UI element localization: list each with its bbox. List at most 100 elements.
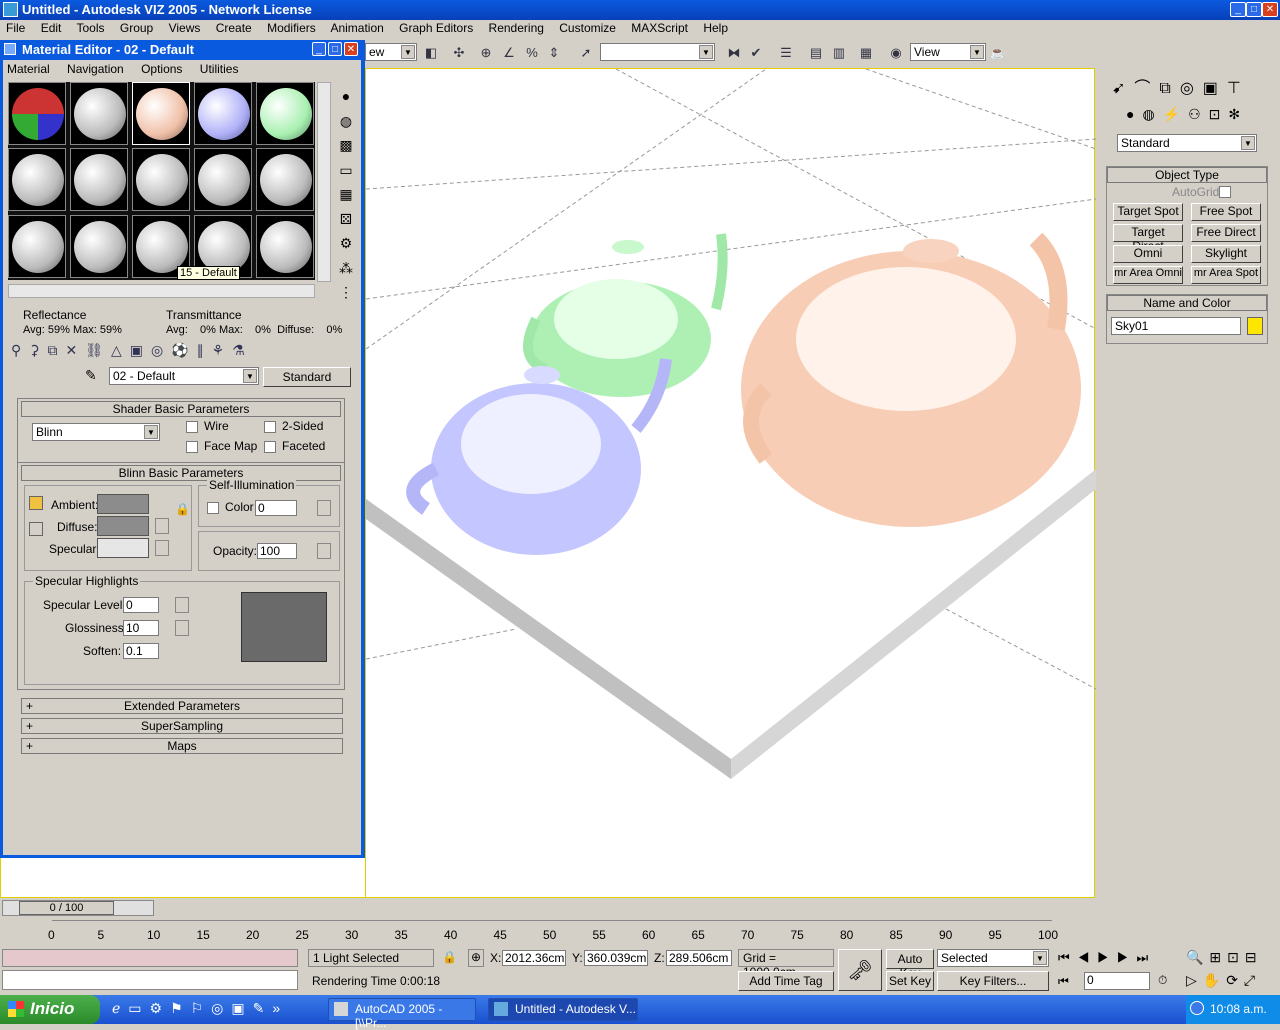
sample-slot[interactable] [256, 148, 314, 212]
y-coordinate[interactable]: 360.039cm [584, 950, 648, 966]
spinner-snap-icon[interactable]: ⇕ [545, 44, 563, 62]
wire-checkbox[interactable] [186, 421, 198, 433]
curve-editor-icon[interactable]: ▤ [807, 44, 825, 62]
video-color-check-icon[interactable]: ▦ [337, 182, 355, 207]
material-toolbar[interactable]: ⚲⚳⧉✕⛓△▣◎⚽∥⚘⚗ [11, 342, 253, 359]
pivot-icon[interactable]: ◧ [422, 44, 440, 62]
opacity-map-button[interactable] [317, 543, 331, 559]
maxscript-input[interactable] [2, 970, 298, 990]
omni-button[interactable]: Omni [1113, 245, 1183, 263]
lock-diffuse-specular-icon[interactable] [29, 522, 43, 536]
face-map-checkbox[interactable] [186, 441, 198, 453]
current-frame-field[interactable]: 0 [1084, 972, 1150, 990]
me-maximize-button[interactable]: □ [328, 42, 342, 56]
time-slider[interactable]: 0 / 100 [2, 900, 154, 916]
align-icon[interactable]: ✔ [747, 44, 765, 62]
specular-swatch[interactable] [97, 538, 149, 558]
ambient-swatch[interactable] [97, 494, 149, 514]
material-navigator-icon[interactable]: ⋮ [337, 280, 355, 305]
lock-icon[interactable]: 🔒 [175, 502, 190, 516]
menu-modifiers[interactable]: Modifiers [267, 21, 316, 35]
backlight-icon[interactable]: ◍ [337, 109, 355, 134]
two-sided-checkbox[interactable] [264, 421, 276, 433]
glossiness-map-button[interactable] [175, 620, 189, 636]
menu-help[interactable]: Help [703, 21, 728, 35]
menu-edit[interactable]: Edit [41, 21, 62, 35]
free-spot-button[interactable]: Free Spot [1191, 203, 1261, 221]
key-selection-combo[interactable]: Selected ▼ [937, 949, 1049, 967]
object-name-field[interactable]: Sky01 [1111, 317, 1241, 335]
free-direct-button[interactable]: Free Direct [1191, 224, 1261, 242]
maximize-button[interactable]: □ [1246, 2, 1262, 17]
supersampling-header[interactable]: + SuperSampling [21, 718, 343, 734]
sample-slot[interactable] [70, 82, 128, 145]
object-color-swatch[interactable] [1247, 317, 1263, 335]
absolute-mode-icon[interactable]: ⊕ [468, 949, 484, 967]
me-minimize-button[interactable]: _ [312, 42, 326, 56]
me-menu-navigation[interactable]: Navigation [67, 62, 124, 76]
maps-header[interactable]: + Maps [21, 738, 343, 754]
menu-animation[interactable]: Animation [330, 21, 383, 35]
mirror-icon[interactable]: ⧓ [725, 44, 743, 62]
shader-combo[interactable]: Blinn ▼ [32, 423, 160, 441]
material-type-button[interactable]: Standard [263, 367, 351, 387]
auto-key-button[interactable]: Auto Key [886, 949, 934, 980]
sample-type-icon[interactable]: ● [337, 84, 355, 109]
x-coordinate[interactable]: 2012.36cm [502, 950, 566, 966]
sample-slot[interactable] [132, 148, 190, 212]
render-type-combo[interactable]: View ▼ [910, 43, 986, 61]
autogrid-checkbox[interactable] [1219, 186, 1231, 198]
perspective-viewport[interactable] [365, 68, 1097, 898]
viewport-nav-bottom[interactable]: ▷✋⟳⤢ [1186, 972, 1261, 989]
menu-customize[interactable]: Customize [559, 21, 616, 35]
name-color-header[interactable]: Name and Color [1107, 295, 1267, 311]
quick-render-icon[interactable]: ☕ [989, 44, 1007, 62]
menu-graph-editors[interactable]: Graph Editors [399, 21, 473, 35]
render-scene-icon[interactable]: ◉ [887, 44, 905, 62]
select-move-icon[interactable]: ✣ [450, 44, 468, 62]
lock-selection-icon[interactable]: 🔒 [442, 950, 457, 964]
sample-slot[interactable] [8, 148, 66, 212]
self-illum-map-button[interactable] [317, 500, 331, 516]
opacity-value[interactable]: 100 [257, 543, 297, 559]
me-menu-material[interactable]: Material [7, 62, 50, 76]
target-direct-button[interactable]: Target Direct [1113, 224, 1183, 253]
sample-slot[interactable] [8, 214, 66, 278]
set-key-button[interactable]: Set Key [886, 971, 934, 991]
snap-icon[interactable]: ⊕ [477, 44, 495, 62]
quick-launch-icons[interactable]: ℯ▭⚙⚑⚐◎▣✎» [112, 1000, 288, 1017]
schematic-view-icon[interactable]: ▥ [830, 44, 848, 62]
time-config-icon[interactable]: ⏱ [1158, 973, 1167, 988]
options-icon[interactable]: ⚙ [337, 231, 355, 256]
make-preview-icon[interactable]: ⚄ [337, 207, 355, 232]
task-autodesk-viz[interactable]: Untitled - Autodesk V... [488, 998, 638, 1021]
angle-snap-icon[interactable]: ∠ [500, 44, 518, 62]
viewport-nav-top[interactable]: 🔍⊞⊡⊟ [1186, 949, 1263, 966]
skylight-button[interactable]: Skylight [1191, 245, 1261, 263]
menu-maxscript[interactable]: MAXScript [631, 21, 688, 35]
z-coordinate[interactable]: 289.506cm [666, 950, 732, 966]
sample-slot[interactable] [194, 148, 252, 212]
tray-arrow-icon[interactable] [1190, 1001, 1204, 1015]
soften-value[interactable]: 0.1 [123, 643, 159, 659]
specular-level-value[interactable]: 0 [123, 597, 159, 613]
menu-views[interactable]: Views [169, 21, 201, 35]
slots-vertical-scrollbar[interactable] [317, 82, 331, 282]
key-filters-button[interactable]: Key Filters... [937, 971, 1049, 991]
menu-create[interactable]: Create [216, 21, 252, 35]
sample-slot[interactable] [70, 214, 128, 278]
shader-basic-header[interactable]: Shader Basic Parameters [21, 401, 341, 417]
me-menu-utilities[interactable]: Utilities [200, 62, 239, 76]
category-combo[interactable]: Standard ▼ [1117, 134, 1257, 152]
mr-area-omni-button[interactable]: mr Area Omni [1113, 266, 1183, 284]
me-menu-options[interactable]: Options [141, 62, 182, 76]
key-mode-icon[interactable]: ⏮ [1058, 974, 1069, 989]
specular-level-map-button[interactable] [175, 597, 189, 613]
sample-slot[interactable] [256, 82, 314, 145]
command-panel-tabs[interactable]: ➹⌒⧉◎▣⊤ [1112, 74, 1250, 98]
reference-coord-combo[interactable]: ew ▼ [365, 43, 417, 61]
minimize-button[interactable]: _ [1230, 2, 1246, 17]
slots-horizontal-scrollbar[interactable] [8, 284, 315, 298]
named-selection-combo[interactable]: ▼ [600, 43, 715, 61]
close-button[interactable]: ✕ [1262, 2, 1278, 17]
